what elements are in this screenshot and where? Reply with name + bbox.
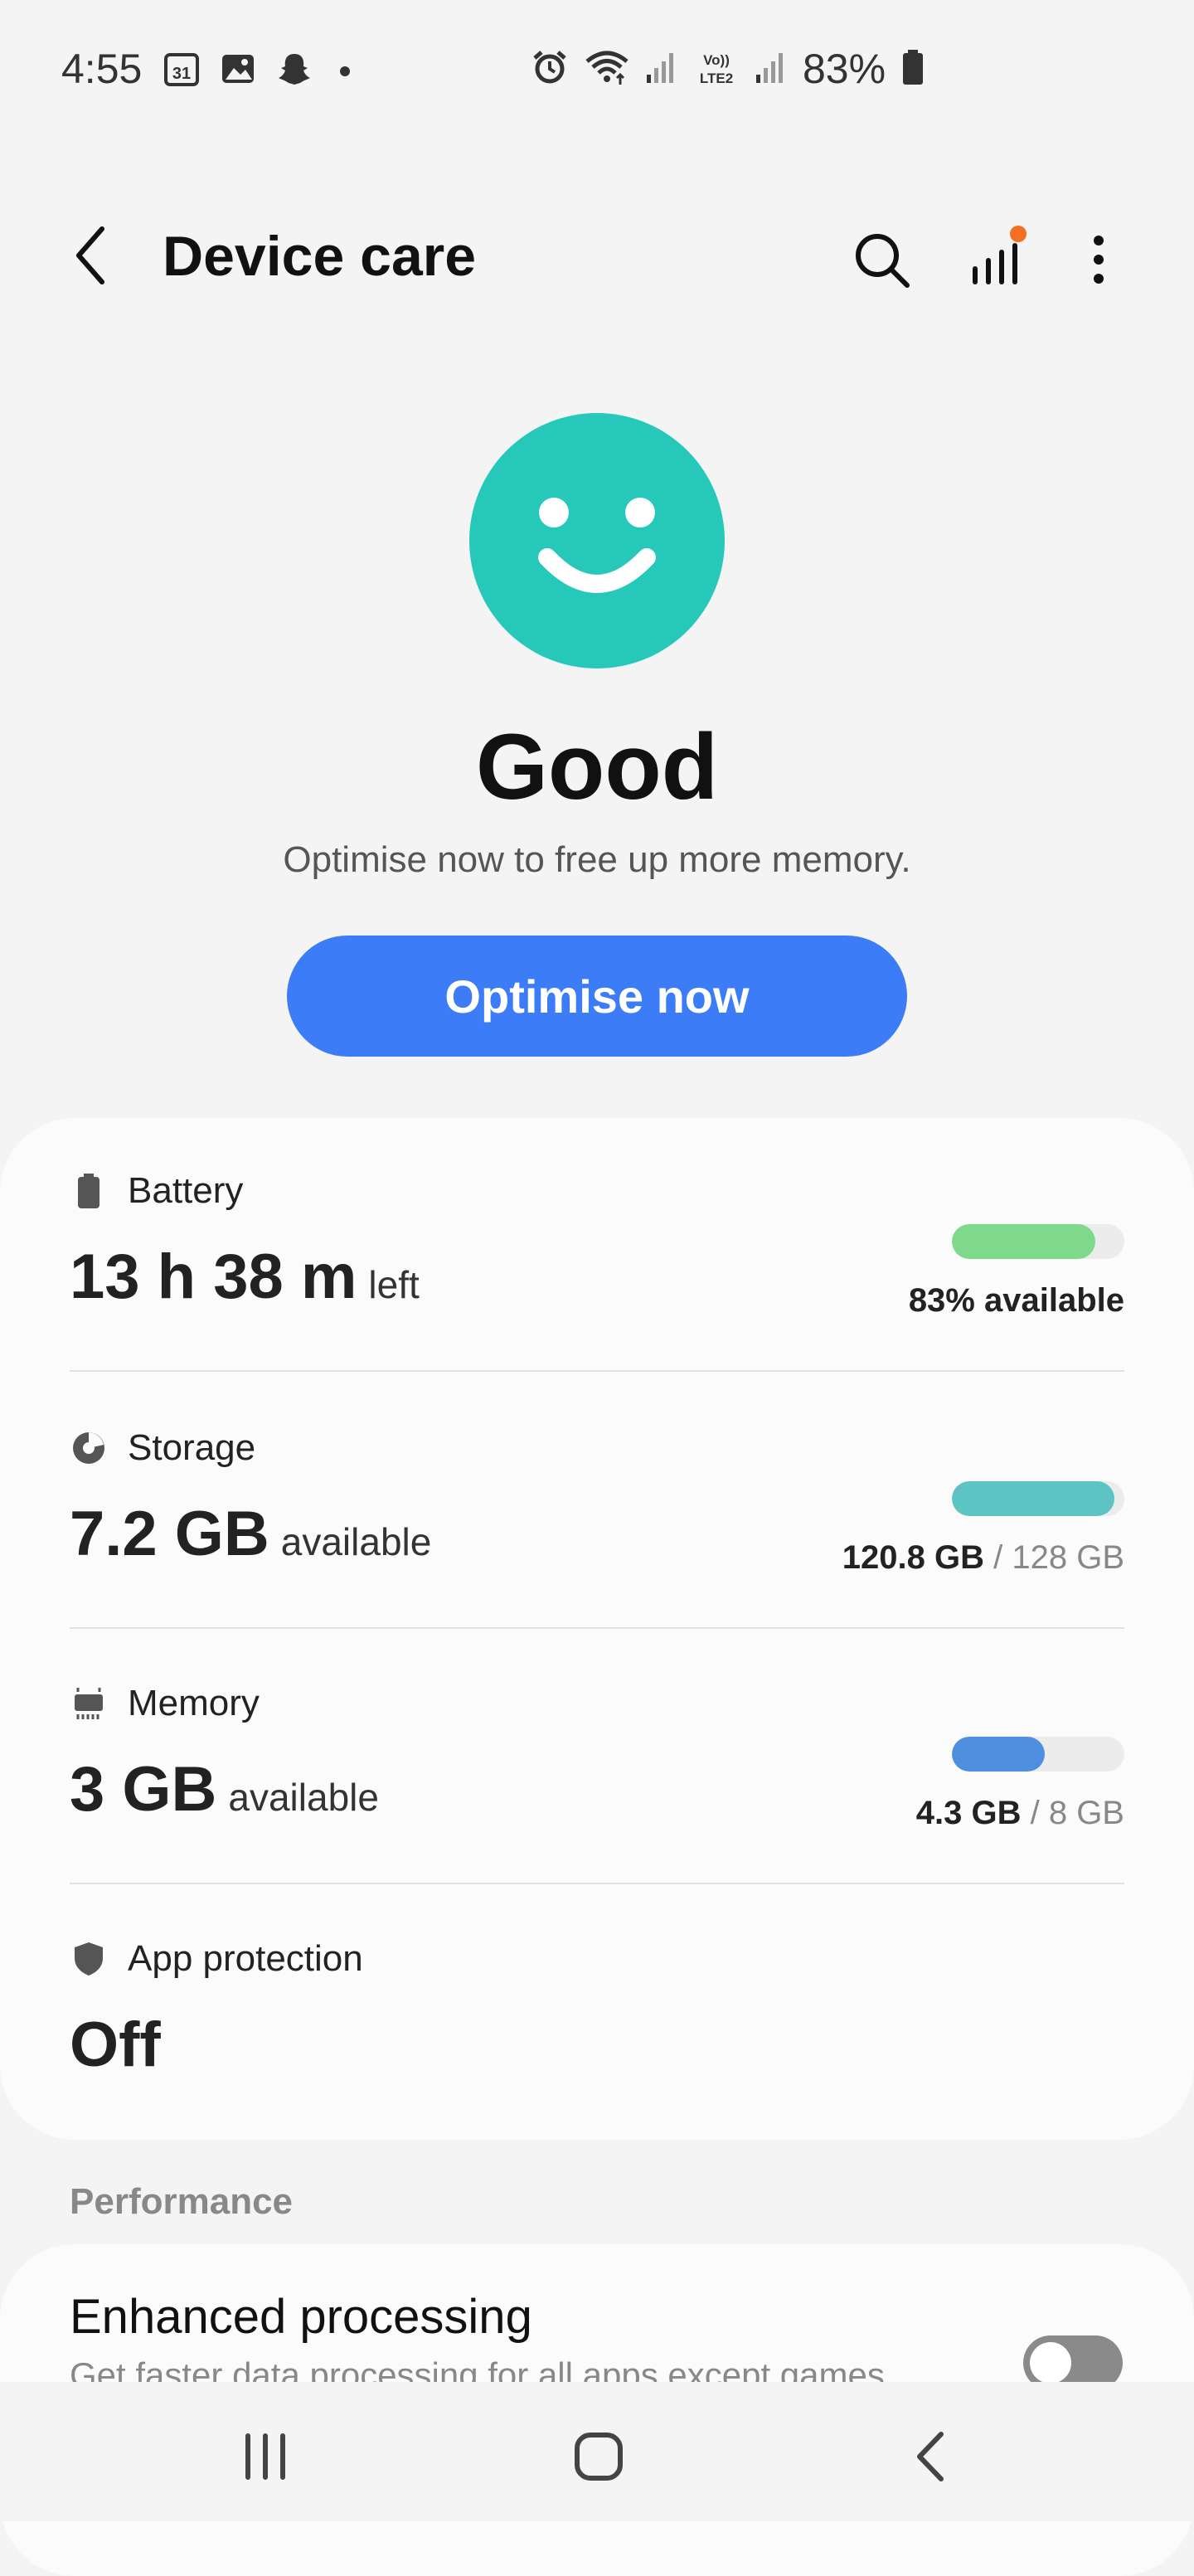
memory-bar (952, 1737, 1124, 1772)
memory-bar-fill (952, 1737, 1046, 1772)
alarm-icon (531, 48, 569, 90)
battery-time-left: 13 h 38 m (70, 1242, 357, 1312)
page-title: Device care (163, 225, 477, 288)
volte-icon: Vo)) LTE2 (693, 48, 740, 90)
signal-2-icon (755, 48, 788, 90)
status-subtitle: Optimise now to free up more memory. (283, 839, 911, 880)
status-time: 4:55 (61, 46, 143, 92)
battery-bar-fill (952, 1224, 1095, 1259)
signal-icon (645, 48, 678, 90)
snapchat-icon (275, 50, 313, 92)
smiley-face-icon (469, 413, 725, 668)
memory-label: Memory (128, 1683, 260, 1723)
search-button[interactable] (844, 222, 919, 297)
home-button[interactable] (557, 2415, 640, 2498)
memory-total: / 8 GB (1030, 1795, 1124, 1831)
optimise-now-button[interactable]: Optimise now (287, 936, 907, 1057)
app-protection-row[interactable]: App protection Off (70, 1934, 1124, 2100)
battery-row[interactable]: Battery 13 h 38 m left 83% available (70, 1166, 1124, 1365)
divider (70, 1370, 1124, 1372)
battery-available-text: 83% available (908, 1282, 1124, 1319)
battery-icon (70, 1172, 108, 1210)
storage-label: Storage (128, 1427, 256, 1468)
storage-unit: available (280, 1520, 432, 1563)
battery-label: Battery (128, 1170, 244, 1211)
notification-dot-icon (340, 66, 350, 76)
divider (70, 1883, 1124, 1884)
nav-back-button[interactable] (891, 2415, 973, 2498)
status-bar: 4:55 31 Vo)) LTE2 83% (0, 0, 1194, 141)
app-bar: Device care (0, 191, 1194, 323)
storage-usage: 120.8 GB / 128 GB (842, 1539, 1124, 1577)
recents-icon (245, 2433, 285, 2480)
memory-unit: available (228, 1776, 379, 1819)
gallery-icon (219, 50, 257, 92)
app-protection-label: App protection (128, 1938, 363, 1979)
svg-text:LTE2: LTE2 (700, 70, 733, 86)
back-icon (917, 2432, 944, 2481)
stats-button[interactable] (962, 222, 1036, 297)
battery-bar (952, 1224, 1124, 1259)
status-left-icons: 31 (163, 50, 350, 92)
battery-icon (900, 48, 925, 90)
svg-text:31: 31 (172, 65, 191, 83)
storage-total: / 128 GB (993, 1539, 1124, 1576)
recents-button[interactable] (224, 2415, 307, 2498)
battery-available: 83% available (909, 1282, 1124, 1320)
shield-icon (70, 1940, 108, 1978)
wifi-icon (584, 48, 630, 90)
pie-chart-icon (70, 1429, 108, 1467)
more-vert-icon (1094, 236, 1104, 284)
device-status: Good (475, 715, 719, 819)
status-right-icons: Vo)) LTE2 83% (531, 45, 925, 93)
calendar-icon: 31 (163, 50, 201, 92)
storage-row[interactable]: Storage 7.2 GB available 120.8 GB / 128 … (70, 1423, 1124, 1622)
battery-percent: 83% (803, 46, 886, 92)
back-button[interactable] (58, 222, 124, 289)
memory-usage: 4.3 GB / 8 GB (916, 1795, 1124, 1832)
navigation-bar (0, 2382, 1194, 2521)
more-options-button[interactable] (1070, 222, 1128, 297)
memory-row[interactable]: Memory 3 GB available 4.3 GB / 8 GB (70, 1679, 1124, 1878)
section-label-performance: Performance (70, 2181, 294, 2222)
enhanced-processing-title: Enhanced processing (70, 2290, 532, 2344)
svg-text:Vo)): Vo)) (703, 52, 730, 68)
memory-available-value: 3 GB (70, 1754, 217, 1825)
back-arrow-icon (76, 226, 104, 284)
stats-icon (973, 226, 1027, 284)
storage-used: 120.8 GB (842, 1539, 984, 1576)
home-icon (575, 2433, 623, 2481)
memory-chip-icon (70, 1684, 108, 1723)
memory-used: 4.3 GB (915, 1795, 1022, 1831)
divider (70, 1627, 1124, 1629)
storage-bar (952, 1481, 1124, 1516)
storage-available-value: 7.2 GB (70, 1499, 269, 1569)
search-icon (856, 234, 910, 288)
app-protection-status: Off (70, 2010, 161, 2080)
toggle-knob (1030, 2342, 1071, 2384)
battery-unit: left (368, 1263, 420, 1306)
storage-bar-fill (952, 1481, 1114, 1516)
